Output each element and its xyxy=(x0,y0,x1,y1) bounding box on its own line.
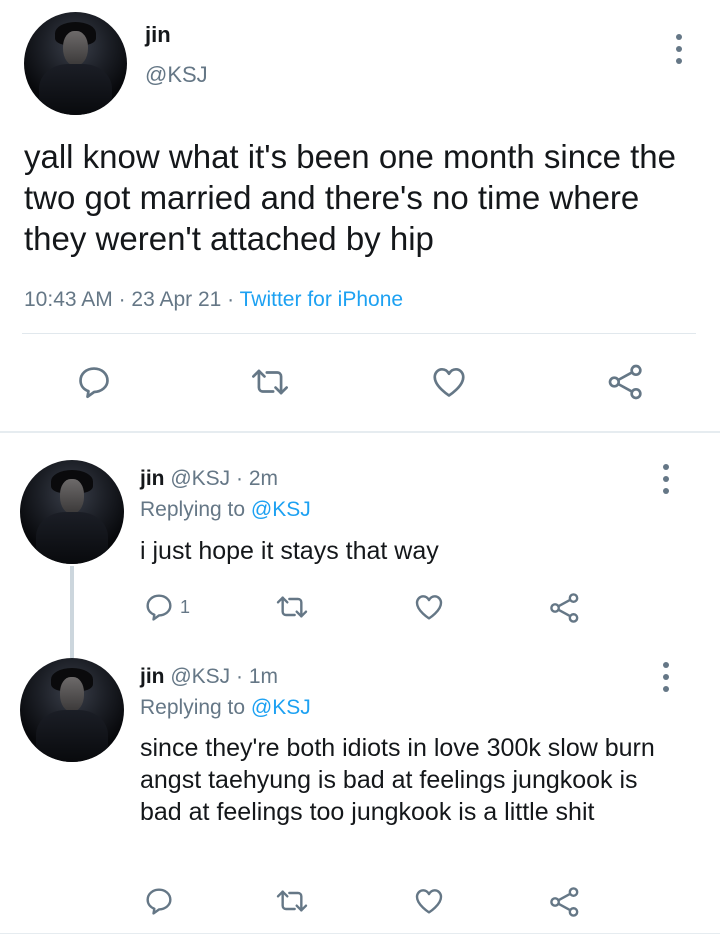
reply-author-handle[interactable]: @KSJ xyxy=(170,467,230,490)
reply-more-icon[interactable] xyxy=(661,464,671,494)
reply-author-handle[interactable]: @KSJ xyxy=(170,665,230,688)
reply-text: since they're both idiots in love 300k s… xyxy=(140,734,655,826)
replying-to-label: Replying to xyxy=(140,696,246,719)
replying-to-handle[interactable]: @KSJ xyxy=(251,498,311,521)
main-tweet-time: 10:43 AM xyxy=(24,288,113,311)
reply-time[interactable]: 1m xyxy=(249,665,278,688)
reply-time[interactable]: 2m xyxy=(249,467,278,490)
section-divider xyxy=(0,933,720,934)
reply-icon[interactable] xyxy=(142,884,176,918)
reply-count: 1 xyxy=(180,597,191,617)
share-icon[interactable] xyxy=(547,590,583,626)
main-tweet-date: 23 Apr 21 xyxy=(131,288,222,311)
reply-avatar[interactable] xyxy=(20,460,124,564)
replying-to-label: Replying to xyxy=(140,498,246,521)
reply-header: jin @KSJ · 1m xyxy=(140,665,278,689)
meta-separator: · xyxy=(118,288,126,311)
like-icon[interactable] xyxy=(411,884,447,918)
reply-author-name[interactable]: jin xyxy=(140,467,165,490)
reply-author-name[interactable]: jin xyxy=(140,665,165,688)
retweet-icon[interactable] xyxy=(272,884,312,918)
retweet-icon[interactable] xyxy=(246,360,294,404)
meta-separator: · xyxy=(227,288,235,311)
reply-avatar[interactable] xyxy=(20,658,124,762)
share-icon[interactable] xyxy=(604,360,648,404)
main-tweet-source[interactable]: Twitter for iPhone xyxy=(240,288,403,311)
main-tweet-metadata: 10:43 AM · 23 Apr 21 · Twitter for iPhon… xyxy=(24,288,403,312)
reply-header: jin @KSJ · 2m xyxy=(140,467,278,491)
thread-line xyxy=(70,566,74,658)
replying-to: Replying to @KSJ xyxy=(140,498,311,522)
main-tweet-author-handle[interactable]: @KSJ xyxy=(145,62,208,88)
main-tweet-avatar[interactable] xyxy=(24,12,127,115)
like-icon[interactable] xyxy=(427,360,471,404)
reply-icon[interactable] xyxy=(142,590,176,624)
meta-separator: · xyxy=(236,665,244,688)
main-tweet-divider xyxy=(22,333,696,334)
main-tweet-author-name[interactable]: jin xyxy=(145,22,171,48)
replying-to: Replying to @KSJ xyxy=(140,696,311,720)
meta-separator: · xyxy=(236,467,244,490)
reply-more-icon[interactable] xyxy=(661,662,671,692)
main-tweet-more-icon[interactable] xyxy=(674,34,684,64)
replying-to-handle[interactable]: @KSJ xyxy=(251,696,311,719)
share-icon[interactable] xyxy=(547,884,583,920)
reply-text: i just hope it stays that way xyxy=(140,537,439,565)
reply-icon[interactable] xyxy=(72,360,116,404)
section-divider xyxy=(0,431,720,433)
retweet-icon[interactable] xyxy=(272,590,312,624)
main-tweet-text: yall know what it's been one month since… xyxy=(24,138,677,257)
like-icon[interactable] xyxy=(411,590,447,624)
